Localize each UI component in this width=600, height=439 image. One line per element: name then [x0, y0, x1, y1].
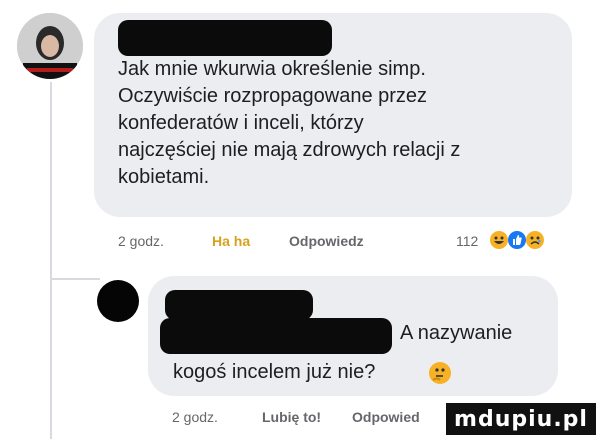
thread-branch [50, 278, 100, 280]
reply-avatar[interactable] [97, 280, 139, 322]
comment-line: konfederatów i inceli, którzy [118, 112, 364, 134]
thread-line [50, 82, 52, 439]
redacted-mention [160, 318, 392, 354]
like-button[interactable]: Lubię to! [262, 409, 321, 425]
thinking-emoji [429, 362, 451, 384]
comment-timestamp[interactable]: 2 godz. [118, 233, 164, 249]
sad-emoji[interactable] [526, 231, 544, 249]
redacted-reply-author [165, 290, 313, 320]
reply-text-line1: A nazywanie [400, 322, 513, 344]
reply-button[interactable]: Odpowiedz [289, 233, 364, 249]
comment-line: kobietami. [118, 166, 210, 188]
like-icon[interactable] [508, 231, 526, 249]
avatar[interactable] [17, 13, 83, 79]
watermark-logo: mdupiu.pl [446, 403, 596, 435]
reply-timestamp[interactable]: 2 godz. [172, 409, 218, 425]
avatar-photo [17, 13, 83, 79]
haha-reaction-button[interactable]: Ha ha [212, 233, 250, 249]
comment-line: Oczywiście rozpropagowane przez [118, 85, 428, 107]
laugh-emoji[interactable] [490, 231, 508, 249]
comment-text: Jak mnie wkurwia określenie simp. Oczywi… [118, 56, 558, 191]
comment-line: najczęściej nie mają zdrowych relacji z [118, 139, 461, 161]
comment-line: Jak mnie wkurwia określenie simp. [118, 58, 426, 80]
reply-button-2[interactable]: Odpowied [352, 409, 420, 425]
reply-text-line2: kogoś incelem już nie? [173, 361, 376, 383]
redacted-author-name [118, 20, 332, 56]
reaction-count[interactable]: 112 [456, 233, 478, 249]
